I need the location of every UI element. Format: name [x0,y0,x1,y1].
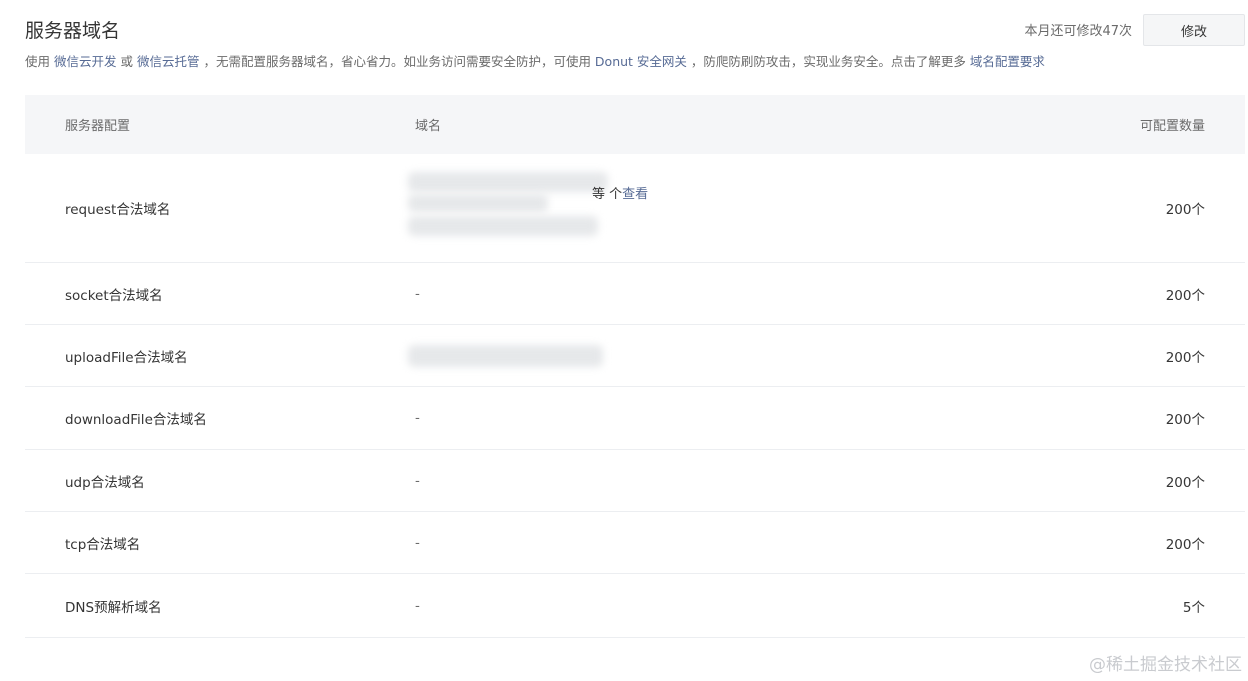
more-count: 个 [609,187,623,202]
header-config: 服务器配置 [65,119,131,134]
row-count: 200个 [1165,536,1205,553]
row-name: udp合法域名 [65,474,145,491]
row-name: DNS预解析域名 [65,599,162,616]
request-more: 等 个查看 [592,183,648,202]
table-row-downloadfile: downloadFile合法域名 - 200个 [25,387,1245,450]
blurred-domain [408,216,598,236]
blurred-domain [408,172,608,192]
page-title: 服务器域名 [25,20,121,42]
row-count: 200个 [1165,287,1205,304]
more-prefix: 等 [592,187,610,202]
row-count: 200个 [1165,349,1205,366]
modify-button[interactable]: 修改 [1143,14,1245,46]
header-domain: 域名 [415,119,442,134]
table-row-uploadfile: uploadFile合法域名 200个 [25,325,1245,387]
row-count: 200个 [1165,202,1205,218]
header-count: 可配置数量 [1139,119,1205,134]
table-row-udp: udp合法域名 - 200个 [25,450,1245,512]
row-name: downloadFile合法域名 [65,412,207,428]
table-row-tcp: tcp合法域名 - 200个 [25,512,1245,574]
row-domain: - [415,472,420,489]
row-name: uploadFile合法域名 [65,349,188,366]
row-count: 200个 [1165,412,1205,428]
row-domain: - [415,410,420,426]
view-link[interactable]: 查看 [622,187,648,202]
donut-gateway-link[interactable]: Donut 安全网关 [595,54,687,69]
description: 使用 微信云开发 或 微信云托管 ，无需配置服务器域名，省心省力。如业务访问需要… [25,51,1045,70]
row-count: 5个 [1182,599,1205,616]
row-domain: - [415,285,420,302]
desc-text-1: 使用 [25,54,54,69]
domain-requirements-link[interactable]: 域名配置要求 [970,54,1045,69]
row-domain: - [415,597,420,614]
row-name: request合法域名 [65,202,171,218]
blurred-domain [408,194,548,212]
row-name: socket合法域名 [65,287,163,304]
watermark: @稀土掘金技术社区 [1089,655,1242,675]
row-count: 200个 [1165,474,1205,491]
cloud-hosting-link[interactable]: 微信云托管 [137,54,200,69]
table-row-dns: DNS预解析域名 - 5个 [25,574,1245,638]
desc-text-2: 或 [116,54,137,69]
desc-text-3: ，无需配置服务器域名，省心省力。如业务访问需要安全防护，可使用 [199,54,595,69]
table-row-socket: socket合法域名 - 200个 [25,263,1245,325]
row-name: tcp合法域名 [65,536,141,553]
row-domain: - [415,534,420,551]
table-row-request: request合法域名 等 个查看 200个 [25,154,1245,263]
table-header: 服务器配置 域名 可配置数量 [25,95,1245,154]
cloud-dev-link[interactable]: 微信云开发 [54,54,117,69]
domain-table: 服务器配置 域名 可配置数量 request合法域名 等 个查看 200个 so… [25,95,1245,638]
desc-text-4: ，防爬防刷防攻击，实现业务安全。点击了解更多 [686,54,970,69]
quota-text: 本月还可修改47次 [1024,24,1132,39]
blurred-domain [408,345,603,367]
